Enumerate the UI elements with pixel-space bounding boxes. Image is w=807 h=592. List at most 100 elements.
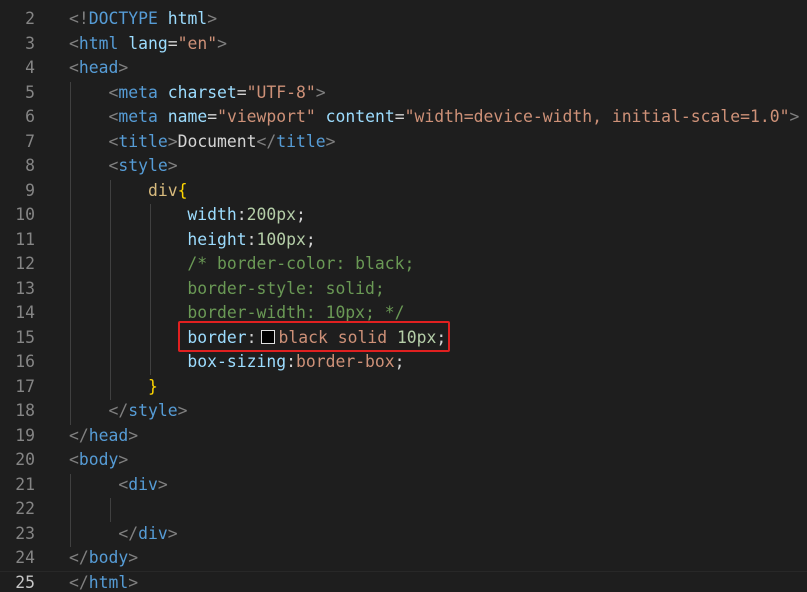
indent-guide-head bbox=[70, 82, 71, 425]
line-number: 9 bbox=[25, 180, 35, 200]
line-code: </style> bbox=[69, 399, 187, 424]
line-number: 2 bbox=[25, 9, 35, 28]
code-token: ; bbox=[394, 352, 405, 371]
line-number: 8 bbox=[25, 156, 35, 175]
line-code: box-sizing:border-box; bbox=[69, 350, 405, 375]
indent-guide-body bbox=[70, 474, 71, 547]
code-line[interactable]: 9 div{ bbox=[0, 179, 807, 204]
code-token: > bbox=[217, 33, 227, 53]
code-line[interactable]: 19 </head> bbox=[0, 424, 807, 449]
line-number: 16 bbox=[15, 352, 35, 371]
line-code: <meta charset="UTF-8"> bbox=[69, 81, 325, 106]
line-number: 23 bbox=[15, 523, 35, 543]
code-token: </ bbox=[108, 401, 129, 420]
code-line[interactable]: 20 <body> bbox=[0, 448, 807, 473]
line-code: } bbox=[69, 375, 158, 400]
code-token: width bbox=[187, 205, 237, 224]
code-token: ; bbox=[295, 205, 306, 224]
line-code: <body> bbox=[69, 448, 128, 473]
line-number: 10 bbox=[15, 205, 35, 224]
code-token: div bbox=[138, 523, 168, 543]
line-code: </head> bbox=[69, 424, 138, 449]
line-number: 19 bbox=[15, 425, 35, 445]
line-number: 3 bbox=[25, 33, 35, 53]
code-token: div bbox=[128, 474, 158, 494]
code-editor[interactable]: 2 <!DOCTYPE html> 3 <html lang="en"> 4 <head>… bbox=[0, 0, 807, 592]
code-line[interactable]: 22 bbox=[0, 497, 807, 522]
code-token: { bbox=[177, 180, 188, 200]
code-token: } bbox=[147, 376, 158, 396]
code-token: > bbox=[128, 425, 139, 445]
code-token: body bbox=[88, 548, 129, 567]
line-code: </html> bbox=[69, 571, 138, 592]
code-token: ; bbox=[305, 229, 316, 249]
code-token: head bbox=[78, 58, 119, 77]
code-line[interactable]: 8 <style> bbox=[0, 154, 807, 179]
code-line[interactable]: 24 </body> bbox=[0, 546, 807, 571]
code-token: "en" bbox=[177, 33, 218, 53]
code-token: > bbox=[789, 107, 800, 126]
code-line[interactable]: 23 </div> bbox=[0, 522, 807, 547]
code-token: title bbox=[118, 131, 168, 151]
line-number: 13 bbox=[15, 278, 35, 298]
code-token: < bbox=[108, 131, 119, 151]
indent-guide-style bbox=[110, 180, 111, 400]
code-token: lang bbox=[128, 33, 168, 53]
code-line[interactable]: 18 </style> bbox=[0, 399, 807, 424]
code-token: < bbox=[69, 58, 79, 77]
line-code: <head> bbox=[69, 56, 128, 81]
code-token: < bbox=[118, 474, 129, 494]
line-code: width:200px; bbox=[69, 203, 306, 228]
code-line[interactable]: 4 <head> bbox=[0, 56, 807, 81]
code-token: div bbox=[147, 180, 178, 200]
code-line[interactable]: 7 <title>Document</title> bbox=[0, 130, 807, 155]
code-line[interactable]: 3 <html lang="en"> bbox=[0, 32, 807, 57]
code-token: > bbox=[167, 523, 178, 543]
line-number: 20 bbox=[15, 450, 35, 469]
code-line[interactable]: 17 } bbox=[0, 375, 807, 400]
code-token: <! bbox=[69, 9, 89, 28]
line-number: 21 bbox=[15, 474, 35, 494]
code-line[interactable]: 10 width:200px; bbox=[0, 203, 807, 228]
line-code: </body> bbox=[69, 546, 138, 571]
code-line[interactable]: 21 <div> bbox=[0, 473, 807, 498]
code-token: = bbox=[236, 82, 247, 102]
code-line[interactable]: 16 box-sizing:border-box; bbox=[0, 350, 807, 375]
code-line[interactable]: 11 height:100px; bbox=[0, 228, 807, 253]
code-token: > bbox=[177, 401, 188, 420]
code-token: body bbox=[78, 450, 119, 469]
code-token: style bbox=[118, 156, 168, 175]
code-token: = bbox=[394, 107, 405, 126]
code-token: /* border-color: black; bbox=[187, 254, 415, 273]
code-line[interactable]: 5 <meta charset="UTF-8"> bbox=[0, 81, 807, 106]
line-number: 25 bbox=[15, 572, 35, 592]
code-line[interactable]: 13 border-style: solid; bbox=[0, 277, 807, 302]
code-token: "UTF-8" bbox=[246, 82, 316, 102]
code-line[interactable]: 25 </html> bbox=[0, 570, 807, 592]
code-token: html bbox=[78, 33, 119, 53]
code-line[interactable]: 2 <!DOCTYPE html> bbox=[0, 7, 807, 32]
line-number: 7 bbox=[25, 131, 35, 151]
code-token: : bbox=[286, 352, 296, 371]
code-line[interactable]: 12 /* border-color: black; bbox=[0, 252, 807, 277]
code-line[interactable]: 6 <meta name="viewport" content="width=d… bbox=[0, 105, 807, 130]
line-code: <style> bbox=[69, 154, 177, 179]
code-token: charset bbox=[167, 82, 237, 102]
code-token: meta bbox=[118, 82, 158, 102]
line-number: 18 bbox=[15, 401, 35, 420]
code-token: < bbox=[69, 33, 79, 53]
line-code: <html lang="en"> bbox=[69, 32, 227, 57]
line-code: div{ bbox=[69, 179, 187, 204]
code-token: border-box bbox=[295, 352, 395, 371]
